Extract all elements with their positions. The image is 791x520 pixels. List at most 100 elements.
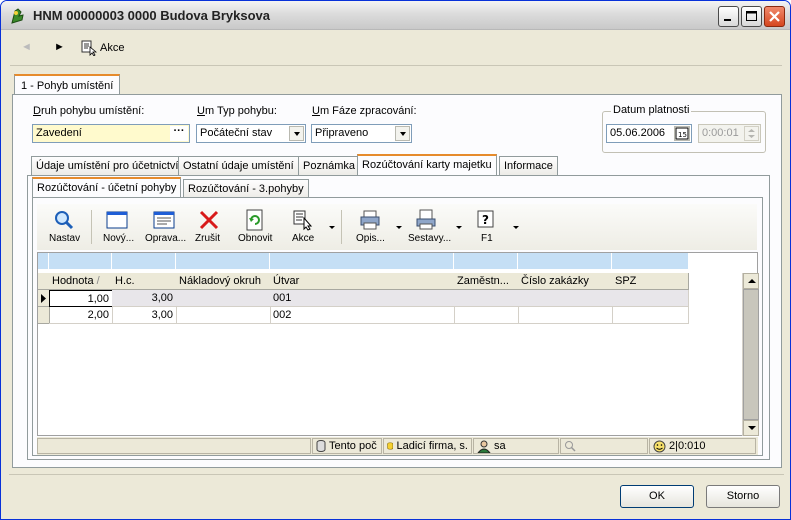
- zrusit-button[interactable]: Zrušit: [191, 204, 227, 250]
- scroll-down-icon: [748, 426, 756, 430]
- chevron-down-icon: [396, 226, 402, 229]
- filter-cell[interactable]: [454, 253, 518, 269]
- smiley-icon: [653, 440, 666, 452]
- oprava-button[interactable]: Oprava...: [142, 204, 186, 250]
- opis-button[interactable]: Opis...: [349, 204, 402, 250]
- new-window-icon: [106, 211, 128, 229]
- filter-cell[interactable]: [612, 253, 689, 269]
- status-firma: Ladicí firma, s.: [383, 438, 472, 454]
- close-button[interactable]: [764, 6, 785, 27]
- tab-rozuctovani-ucetni[interactable]: Rozúčtování - účetní pohyby: [32, 177, 182, 199]
- oprava-label: Oprava...: [145, 233, 187, 244]
- datum-value: 05.06.2006: [610, 127, 666, 139]
- ok-button[interactable]: OK: [620, 485, 694, 508]
- filter-cell[interactable]: [518, 253, 612, 269]
- column-header-hc[interactable]: H.c.: [112, 273, 177, 290]
- filter-cell[interactable]: [270, 253, 454, 269]
- time-spin-button: [744, 126, 759, 141]
- column-header-spz[interactable]: SPZ: [612, 273, 689, 290]
- scroll-up-button[interactable]: [743, 273, 759, 289]
- tab-pohyb-umisteni[interactable]: 1 - Pohyb umístění: [14, 74, 121, 95]
- tab-udaje-ucetnictvi[interactable]: Údaje umístění pro účetnictví: [31, 156, 184, 176]
- cell-cislo-zakazky[interactable]: [518, 307, 613, 324]
- printer-icon: [360, 210, 380, 230]
- chevron-down-icon: [513, 226, 519, 229]
- akce-toolbar-button[interactable]: Akce: [81, 37, 124, 59]
- minimize-icon: [724, 19, 731, 21]
- lookup-dots-button[interactable]: ···: [170, 126, 188, 141]
- typ-pohybu-select[interactable]: Počáteční stav: [196, 124, 306, 143]
- column-header-zamestnanec[interactable]: Zaměstn...: [454, 273, 519, 290]
- tab-rozuctovani-3-pohyby[interactable]: Rozúčtování - 3.pohyby: [183, 179, 309, 199]
- druh-pohybu-value: Zavedení: [36, 127, 82, 139]
- tab-poznamka[interactable]: Poznámka: [298, 156, 360, 176]
- table-row[interactable]: 2,00 3,00 002: [38, 307, 689, 324]
- filter-cell[interactable]: [112, 253, 176, 269]
- scroll-down-button[interactable]: [743, 420, 759, 436]
- akce-grid-button[interactable]: Akce: [283, 204, 335, 250]
- forward-button[interactable]: ►: [54, 41, 65, 53]
- cell-nakladovy-okruh[interactable]: [176, 307, 271, 324]
- title-bar[interactable]: HNM 00000003 0000 Budova Bryksova: [1, 1, 790, 30]
- column-header-cislo-zakazky[interactable]: Číslo zakázky: [518, 273, 613, 290]
- scroll-thumb[interactable]: [743, 289, 759, 420]
- nastav-button[interactable]: Nastav: [41, 204, 87, 250]
- column-header-nakladovy-okruh[interactable]: Nákladový okruh: [176, 273, 271, 290]
- druh-pohybu-field[interactable]: Zavedení ···: [32, 124, 190, 143]
- faze-dropdown-button[interactable]: [395, 126, 410, 141]
- column-header-utvar[interactable]: Útvar: [270, 273, 455, 290]
- back-button[interactable]: ◄: [21, 41, 32, 53]
- cell-zamestnanec[interactable]: [454, 307, 519, 324]
- window-title: HNM 00000003 0000 Budova Bryksova: [33, 8, 271, 23]
- cell-spz[interactable]: [612, 307, 689, 324]
- status-counter: 2|0:010: [649, 438, 756, 454]
- novy-button[interactable]: Nový...: [97, 204, 137, 250]
- filter-cell[interactable]: [38, 253, 49, 269]
- company-icon: [387, 442, 394, 450]
- data-grid[interactable]: Hodnota / H.c. Nákladový okruh Útvar Zam…: [37, 252, 759, 436]
- typ-pohybu-label: Um Typ pohybu:: [197, 105, 277, 117]
- tab-ostatni-udaje[interactable]: Ostatní údaje umístění: [178, 156, 299, 176]
- filter-cell[interactable]: [49, 253, 112, 269]
- cell-utvar[interactable]: 001: [270, 290, 455, 307]
- faze-zpracovani-select[interactable]: Připraveno: [311, 124, 412, 143]
- calendar-button[interactable]: 15: [674, 126, 690, 141]
- status-empty-cell: [37, 438, 311, 454]
- cell-hc[interactable]: 3,00: [112, 307, 177, 324]
- sort-indicator: /: [96, 275, 100, 287]
- table-row[interactable]: 1,00 3,00 001: [38, 290, 689, 307]
- typ-pohybu-value: Počáteční stav: [200, 127, 273, 139]
- dialog-window: HNM 00000003 0000 Budova Bryksova ◄ ► Ak…: [0, 0, 791, 520]
- maximize-icon: [746, 11, 757, 21]
- sestavy-button[interactable]: Sestavy...: [403, 204, 462, 250]
- minimize-button[interactable]: [718, 6, 739, 27]
- storno-button[interactable]: Storno: [706, 485, 780, 508]
- faze-zpracovani-value: Připraveno: [315, 127, 369, 139]
- vertical-scrollbar[interactable]: [742, 273, 759, 436]
- chevron-down-icon: [400, 132, 406, 136]
- filter-cell[interactable]: [176, 253, 270, 269]
- column-header-hodnota[interactable]: Hodnota /: [49, 273, 113, 290]
- main-toolbar: ◄ ► Akce: [2, 31, 789, 66]
- cell-hc[interactable]: 3,00: [112, 290, 177, 307]
- typ-dropdown-button[interactable]: [289, 126, 304, 141]
- cell-nakladovy-okruh[interactable]: [176, 290, 271, 307]
- help-f1-button[interactable]: ? F1: [467, 204, 519, 250]
- grid-toolbar: Nastav Nový... Oprava... Zrušit Obnovit …: [37, 204, 757, 250]
- obnovit-button[interactable]: Obnovit: [233, 204, 275, 250]
- sestavy-label: Sestavy...: [408, 233, 452, 244]
- chevron-down-icon: [294, 132, 300, 136]
- cell-spz[interactable]: [612, 290, 689, 307]
- cell-zamestnanec[interactable]: [454, 290, 519, 307]
- cell-hodnota[interactable]: 2,00: [49, 307, 113, 324]
- tab-rozuctovani-karty[interactable]: Rozúčtování karty majetku: [357, 154, 497, 176]
- maximize-button[interactable]: [741, 6, 762, 27]
- cell-hodnota[interactable]: 1,00: [49, 290, 113, 307]
- tab-informace[interactable]: Informace: [499, 156, 558, 176]
- f1-label: F1: [481, 233, 493, 244]
- action-cursor-icon: [293, 210, 313, 231]
- status-user: sa: [473, 438, 559, 454]
- cell-utvar[interactable]: 002: [270, 307, 455, 324]
- datum-field[interactable]: 05.06.2006 15: [606, 124, 692, 143]
- cell-cislo-zakazky[interactable]: [518, 290, 613, 307]
